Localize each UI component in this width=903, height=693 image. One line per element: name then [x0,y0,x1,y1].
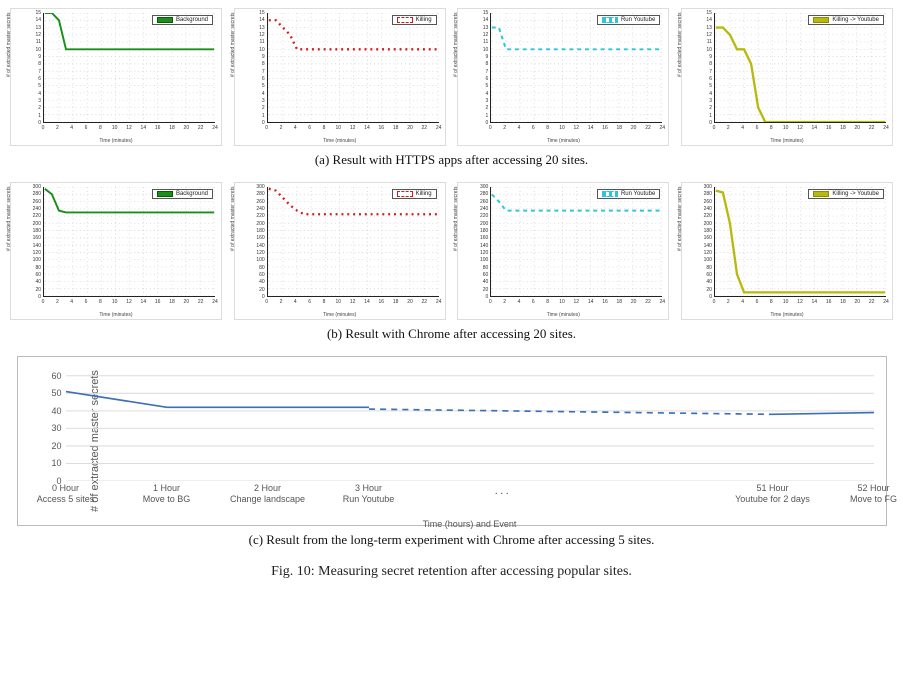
legend: Killing [392,189,437,199]
ylabel: # of extracted master secrets [677,187,683,251]
xlabel: Time (minutes) [323,138,356,144]
panel-b2: 0204060801001201401601802002202402602803… [234,182,446,320]
xtick: 0 HourAccess 5 sites [21,483,111,505]
ylabel: # of extracted master secrets [453,187,459,251]
yticks-c: 0102030405060 [44,367,62,481]
legend: Background [152,189,213,199]
xlabel: Time (minutes) [323,312,356,318]
xlabel: Time (minutes) [99,312,132,318]
ylabel: # of extracted master secrets [230,187,236,251]
xlabel: Time (minutes) [770,138,803,144]
xtick: 52 HourMove to FG [829,483,903,505]
xlabel: Time (minutes) [99,138,132,144]
panel-a1: 0123456789101112131415024681012141618202… [10,8,222,146]
xlabel: Time (minutes) [547,312,580,318]
row-a: 0123456789101112131415024681012141618202… [10,8,893,146]
ylabel: # of extracted master secrets [6,13,12,77]
ylabel: # of extracted master secrets [230,13,236,77]
xlabel: Time (minutes) [547,138,580,144]
panel-b1: 0204060801001201401601802002202402602803… [10,182,222,320]
xlabel-c: Time (hours) and Event [423,519,517,529]
panel-b3: 0204060801001201401601802002202402602803… [457,182,669,320]
xtick: 1 HourMove to BG [122,483,212,505]
xtick: 51 HourYoutube for 2 days [728,483,818,505]
caption-b: (b) Result with Chrome after accessing 2… [10,326,893,342]
legend: Background [152,15,213,25]
panel-c: # of extracted master secrets 0102030405… [17,356,887,526]
xlabel: Time (minutes) [770,312,803,318]
figure-caption: Fig. 10: Measuring secret retention afte… [10,564,893,580]
caption-c: (c) Result from the long-term experiment… [10,532,893,548]
ylabel: # of extracted master secrets [6,187,12,251]
panel-b4: 0204060801001201401601802002202402602803… [681,182,893,320]
legend: Run Youtube [597,189,660,199]
xticks-c: Time (hours) and Event 0 HourAccess 5 si… [66,483,874,521]
panel-a2: 0123456789101112131415024681012141618202… [234,8,446,146]
ylabel: # of extracted master secrets [677,13,683,77]
caption-a: (a) Result with HTTPS apps after accessi… [10,152,893,168]
legend: Run Youtube [597,15,660,25]
xtick: 3 HourRun Youtube [324,483,414,505]
panel-a4: 0123456789101112131415024681012141618202… [681,8,893,146]
xtick: 2 HourChange landscape [223,483,313,505]
plot-c [66,367,874,481]
legend: Killing [392,15,437,25]
row-b: 0204060801001201401601802002202402602803… [10,182,893,320]
legend: Killing -> Youtube [808,189,884,199]
ylabel: # of extracted master secrets [453,13,459,77]
panel-a3: 0123456789101112131415024681012141618202… [457,8,669,146]
legend: Killing -> Youtube [808,15,884,25]
